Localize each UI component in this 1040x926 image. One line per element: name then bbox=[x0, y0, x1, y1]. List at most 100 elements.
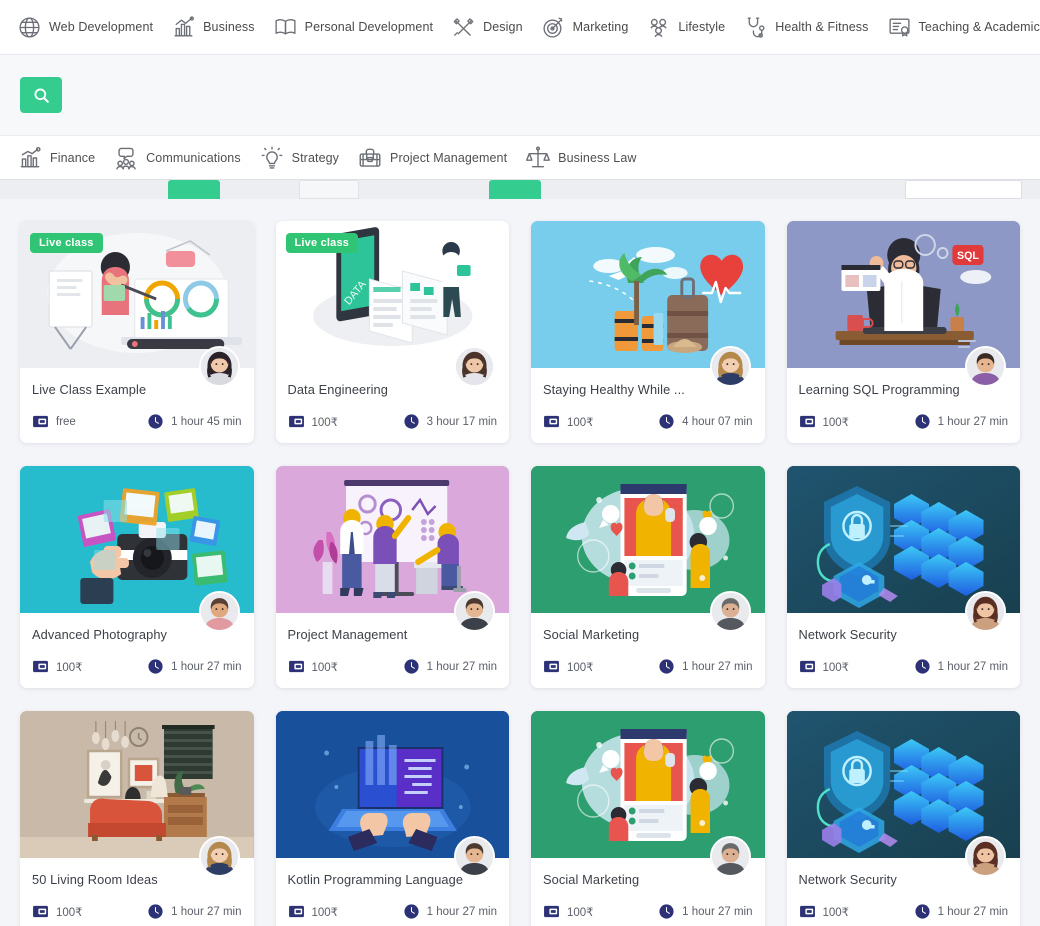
course-price: 100₹ bbox=[799, 903, 850, 920]
filter-chip[interactable] bbox=[299, 180, 359, 199]
course-price-label: 100₹ bbox=[56, 661, 83, 674]
filter-chip[interactable] bbox=[168, 180, 220, 199]
filter-chip[interactable] bbox=[541, 180, 787, 199]
course-duration: 1 hour 27 min bbox=[914, 903, 1008, 920]
course-price-label: 100₹ bbox=[567, 661, 594, 674]
filter-chip[interactable] bbox=[905, 180, 1022, 199]
course-duration: 1 hour 27 min bbox=[147, 903, 242, 920]
course-card[interactable]: DATA Live class Data Engineering 100₹ 3 … bbox=[275, 221, 509, 443]
category-finance[interactable]: Finance bbox=[8, 145, 104, 171]
course-price-label: 100₹ bbox=[567, 906, 594, 919]
instructor-avatar[interactable] bbox=[198, 836, 240, 877]
clock-icon bbox=[659, 659, 674, 674]
search-strip bbox=[0, 55, 1040, 136]
course-price-label: free bbox=[56, 415, 76, 428]
course-price-label: 100₹ bbox=[567, 416, 594, 429]
category-lifestyle[interactable]: Lifestyle bbox=[637, 15, 734, 40]
bar-chart-icon bbox=[174, 15, 195, 37]
course-price-label: 100₹ bbox=[822, 906, 850, 919]
course-card[interactable]: Kotlin Programming Language 100₹ 1 hour … bbox=[275, 711, 509, 926]
course-card[interactable]: Social Marketing 100₹ 1 hour 27 min bbox=[531, 466, 765, 688]
instructor-avatar[interactable] bbox=[454, 346, 495, 387]
instructor-avatar[interactable] bbox=[709, 836, 751, 877]
course-card[interactable]: Network Security 100₹ 1 hour 27 min bbox=[786, 466, 1020, 688]
globe-icon bbox=[19, 16, 40, 38]
clock-icon bbox=[404, 904, 419, 919]
course-duration-label: 4 hour 07 min bbox=[682, 415, 753, 428]
course-duration-label: 1 hour 27 min bbox=[937, 905, 1008, 918]
category-label: Strategy bbox=[291, 150, 340, 165]
wallet-icon bbox=[288, 905, 304, 918]
course-price-label: 100₹ bbox=[311, 416, 339, 429]
category-label: Health & Fitness bbox=[775, 20, 869, 34]
instructor-avatar[interactable] bbox=[709, 591, 751, 632]
course-card[interactable]: Social Marketing 100₹ 1 hour 27 min bbox=[531, 711, 765, 926]
category-label: Personal Development bbox=[304, 20, 434, 34]
course-card[interactable]: Network Security 100₹ 1 hour 27 min bbox=[786, 711, 1020, 926]
course-card[interactable]: Advanced Photography 100₹ 1 hour 27 min bbox=[20, 466, 254, 688]
course-price: 100₹ bbox=[543, 658, 594, 675]
filter-chip[interactable] bbox=[18, 180, 95, 199]
clock-icon bbox=[148, 904, 163, 919]
clock-icon bbox=[915, 414, 930, 429]
course-duration: 4 hour 07 min bbox=[658, 413, 753, 430]
instructor-avatar[interactable] bbox=[198, 346, 240, 387]
course-card[interactable]: Project Management 100₹ 1 hour 27 min bbox=[275, 466, 509, 688]
category-health-fitness[interactable]: Health & Fitness bbox=[734, 15, 877, 40]
wallet-icon bbox=[544, 415, 559, 428]
course-meta: 100₹ 1 hour 27 min bbox=[288, 903, 497, 920]
instructor-avatar[interactable] bbox=[709, 346, 751, 387]
category-personal-development[interactable]: Personal Development bbox=[264, 15, 442, 40]
course-duration-label: 1 hour 27 min bbox=[171, 660, 242, 673]
scales-icon bbox=[526, 145, 551, 167]
category-web-development[interactable]: Web Development bbox=[8, 15, 162, 40]
course-card[interactable]: Staying Healthy While ... 100₹ 4 hour 07… bbox=[531, 221, 765, 443]
filter-chip[interactable] bbox=[220, 180, 299, 199]
instructor-avatar[interactable] bbox=[965, 346, 1006, 387]
course-duration-label: 1 hour 27 min bbox=[426, 660, 497, 673]
course-duration: 1 hour 27 min bbox=[914, 413, 1008, 430]
category-strategy[interactable]: Strategy bbox=[250, 145, 348, 171]
category-business[interactable]: Business bbox=[162, 15, 264, 40]
instructor-avatar[interactable] bbox=[965, 591, 1006, 632]
course-price: 100₹ bbox=[288, 413, 339, 430]
course-price: 100₹ bbox=[543, 903, 594, 920]
course-duration-label: 1 hour 27 min bbox=[937, 660, 1008, 673]
filter-chip[interactable] bbox=[359, 180, 420, 199]
filter-chip[interactable] bbox=[420, 180, 489, 199]
category-marketing[interactable]: Marketing bbox=[532, 15, 638, 40]
instructor-avatar[interactable] bbox=[454, 591, 495, 632]
instructor-avatar[interactable] bbox=[965, 836, 1006, 877]
filter-chip[interactable] bbox=[95, 180, 168, 199]
filter-bar-partial[interactable] bbox=[0, 180, 1040, 199]
course-duration: 1 hour 27 min bbox=[914, 658, 1008, 675]
course-price: 100₹ bbox=[32, 903, 83, 920]
category-business-law[interactable]: Business Law bbox=[516, 145, 645, 171]
course-meta: 100₹ 1 hour 27 min bbox=[799, 413, 1008, 430]
instructor-avatar-image bbox=[456, 348, 493, 385]
course-duration-label: 1 hour 27 min bbox=[682, 905, 753, 918]
open-book-icon bbox=[275, 18, 296, 35]
category-communications[interactable]: Communications bbox=[104, 145, 250, 171]
wallet-icon bbox=[33, 905, 48, 918]
category-teaching-academics[interactable]: Teaching & Academics bbox=[878, 15, 1040, 40]
clock-icon bbox=[915, 659, 930, 674]
search-button[interactable] bbox=[20, 77, 62, 113]
category-project-management[interactable]: Project Management bbox=[348, 145, 516, 171]
wallet-icon bbox=[288, 415, 304, 428]
category-label: Business Law bbox=[558, 150, 637, 165]
course-grid: Live class Live Class Example free 1 hou… bbox=[0, 199, 1040, 926]
course-card[interactable]: Live class Live Class Example free 1 hou… bbox=[20, 221, 254, 443]
course-card[interactable]: 50 Living Room Ideas 100₹ 1 hour 27 min bbox=[20, 711, 254, 926]
course-price-label: 100₹ bbox=[822, 661, 850, 674]
instructor-avatar[interactable] bbox=[454, 836, 495, 877]
instructor-avatar[interactable] bbox=[198, 591, 240, 632]
course-duration: 1 hour 27 min bbox=[403, 658, 497, 675]
filter-chip[interactable] bbox=[786, 180, 905, 199]
category-design[interactable]: Design bbox=[442, 15, 532, 40]
filter-chip[interactable] bbox=[489, 180, 541, 199]
course-price: 100₹ bbox=[799, 658, 850, 675]
wallet-icon bbox=[544, 905, 559, 918]
course-price-label: 100₹ bbox=[56, 906, 83, 919]
course-card[interactable]: SQL Learning SQL Programming 100₹ 1 hour… bbox=[786, 221, 1020, 443]
